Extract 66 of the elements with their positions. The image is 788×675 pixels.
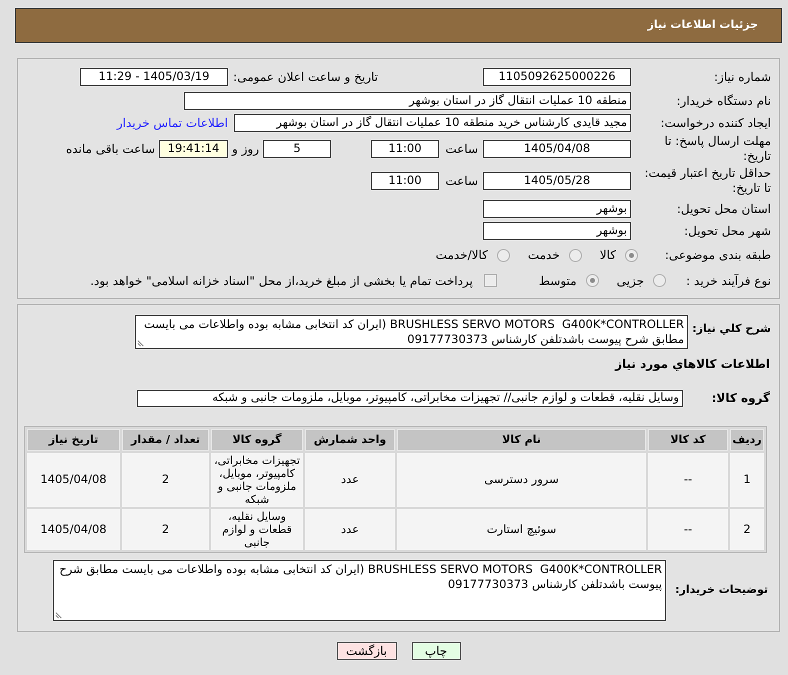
option-label: کالا bbox=[600, 247, 616, 264]
resize-grip-icon[interactable] bbox=[137, 338, 146, 347]
input-field[interactable]: 1105092625000226 bbox=[483, 68, 631, 86]
field-label: طبقه بندی موضوعی: bbox=[664, 247, 772, 264]
button[interactable]: بازگشت bbox=[336, 642, 396, 660]
field-label: نام دستگاه خریدار: bbox=[676, 92, 772, 110]
column-header: تعداد / مقدار bbox=[122, 429, 209, 451]
table-cell: 1405/04/08 bbox=[27, 453, 120, 507]
input-field[interactable]: بوشهر bbox=[483, 200, 631, 218]
table-cell: سوئیچ استارت bbox=[397, 509, 646, 550]
page-title: جزئیات اطلاعات نیاز bbox=[648, 17, 758, 34]
field-label: روز و bbox=[230, 141, 260, 158]
input-field[interactable]: مجید قایدی کارشناس خرید منطقه 10 عملیات انتقال گاز در استان بوشهر bbox=[234, 114, 631, 132]
table-cell: عدد bbox=[305, 453, 395, 507]
checkbox-label: پرداخت تمام یا بخشی از مبلغ خرید،از محل "اسناد خزانه اسلامی" خواهد بود. bbox=[90, 272, 473, 290]
field-label: گروه کالا: bbox=[710, 390, 771, 407]
field-label: تاریخ و ساعت اعلان عمومی: bbox=[232, 69, 378, 86]
field-label: نوع فرآیند خرید : bbox=[685, 272, 772, 290]
table-cell: 1 bbox=[730, 453, 764, 507]
column-header: واحد شمارش bbox=[305, 429, 395, 451]
field-label: استان محل تحویل: bbox=[676, 200, 772, 218]
text-area[interactable]: BRUSHLESS SERVO MOTORS G400K*CONTROLLER (ایران کد انتخابی مشابه بوده واطلاعات می بایست مطابق شرح پیوست باشدتلفن کارشناس 09177730373 bbox=[135, 315, 688, 349]
table-cell: -- bbox=[648, 453, 728, 507]
input-field[interactable]: 1405/04/08 bbox=[483, 140, 631, 158]
table-cell: -- bbox=[648, 509, 728, 550]
column-header: تاریخ نیاز bbox=[27, 429, 120, 451]
field-label: توضیحات خریدار: bbox=[674, 582, 769, 598]
column-header: گروه کالا bbox=[211, 429, 303, 451]
input-field[interactable]: 5 bbox=[263, 140, 331, 158]
table-cell: 2 bbox=[730, 509, 764, 550]
option-label: متوسط bbox=[538, 272, 577, 290]
column-header: ردیف bbox=[730, 429, 764, 451]
table-cell: 2 bbox=[122, 453, 209, 507]
table-cell: تجهیزات مخابراتی، کامپیوتر، موبایل، ملزومات جانبی و شبکه bbox=[211, 453, 303, 507]
column-header: نام کالا bbox=[397, 429, 646, 451]
field-label: شهر محل تحویل: bbox=[683, 222, 772, 240]
field-label: شماره نیاز: bbox=[713, 69, 772, 86]
field-label: ساعت باقی مانده bbox=[66, 141, 156, 158]
resize-grip-icon[interactable] bbox=[55, 610, 64, 619]
field-label: ساعت bbox=[444, 173, 479, 190]
field-label: ساعت bbox=[444, 141, 479, 158]
table-cell: سرور دسترسی bbox=[397, 453, 646, 507]
option-label: کالا/خدمت bbox=[436, 247, 488, 264]
input-field[interactable]: بوشهر bbox=[483, 222, 631, 240]
option-label: جزیی bbox=[616, 272, 644, 290]
button[interactable]: چاپ bbox=[412, 642, 460, 660]
input-field[interactable]: وسایل نقلیه، قطعات و لوازم جانبی// تجهیزات مخابراتی، کامپیوتر، موبایل، ملزومات جانبی و شبکه bbox=[137, 390, 683, 406]
section-heading: اطلاعات کالاهاي مورد نیاز bbox=[614, 357, 771, 371]
field-label: ایجاد کننده درخواست: bbox=[659, 115, 772, 132]
column-header: کد کالا bbox=[648, 429, 728, 451]
table-cell: 1405/04/08 bbox=[27, 509, 120, 550]
field-label: شرح کلي نیاز: bbox=[691, 321, 772, 337]
field-label: حداقل تاریخ اعتبار قیمت: تا تاریخ: bbox=[643, 166, 772, 196]
input-field[interactable]: منطقه 10 عملیات انتقال گاز در استان بوشهر bbox=[184, 92, 631, 110]
field-label: مهلت ارسال پاسخ: تا تاریخ: bbox=[663, 134, 772, 164]
contact-link[interactable]: اطلاعات تماس خریدار bbox=[116, 114, 228, 132]
table-cell: عدد bbox=[305, 509, 395, 550]
input-field[interactable]: 1405/05/28 bbox=[483, 172, 631, 190]
table-cell: وسایل نقلیه، قطعات و لوازم جانبی bbox=[211, 509, 303, 550]
text-area[interactable]: BRUSHLESS SERVO MOTORS G400K*CONTROLLER (ایران کد انتخابی مشابه بوده واطلاعات می بایست مطابق شرح پیوست باشدتلفن کارشناس 09177730373 bbox=[53, 560, 666, 621]
input-field[interactable]: 11:00 bbox=[371, 172, 439, 190]
input-field[interactable]: 11:00 bbox=[371, 140, 439, 158]
input-field[interactable]: 19:41:14 bbox=[159, 140, 228, 158]
input-field[interactable]: 1405/03/19 - 11:29 bbox=[80, 68, 228, 86]
table-cell: 2 bbox=[122, 509, 209, 550]
option-label: خدمت bbox=[528, 247, 560, 264]
